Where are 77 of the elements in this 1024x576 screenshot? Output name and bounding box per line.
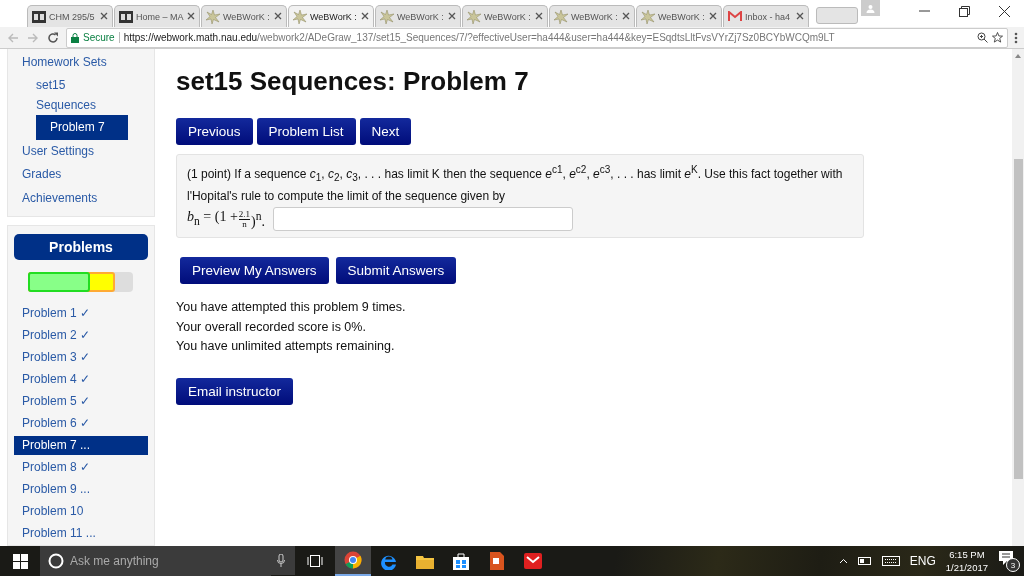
keyboard-icon[interactable]: [881, 556, 900, 566]
problem-link[interactable]: Problem 6 ✓: [14, 412, 148, 434]
browser-tab[interactable]: Home – MA: [114, 5, 200, 27]
problem-link[interactable]: Problem 10: [14, 500, 148, 523]
sidebar-link[interactable]: User Settings: [8, 139, 154, 163]
star-burst-icon: [467, 9, 481, 24]
star-burst-icon: [293, 9, 307, 24]
task-view-icon[interactable]: [307, 555, 323, 567]
close-tab-icon[interactable]: [448, 11, 456, 22]
problem-link[interactable]: Problem 9 ...: [14, 478, 148, 501]
answer-button[interactable]: Submit Answers: [335, 257, 457, 285]
problem-link[interactable]: Problem 3 ✓: [14, 346, 148, 368]
page-title: set15 Sequences: Problem 7: [176, 66, 529, 97]
nav-button[interactable]: Problem List: [256, 118, 356, 145]
problem-link[interactable]: Problem 8 ✓: [14, 456, 148, 479]
attempt-message: You have attempted this problem 9 times.: [176, 299, 406, 317]
problem-link[interactable]: Problem 4 ✓: [14, 368, 148, 390]
problems-header: Problems: [14, 234, 148, 260]
star-burst-icon: [380, 9, 394, 24]
url-text: https://webwork.math.nau.edu/webwork2/ADeGraw_137/set15_Sequences/7/?effectiveUser=ha444&user=ha444&key=ESqdtsLltFvsVYrZj7Sz0BCYbWCQm9LT: [123, 32, 836, 43]
microphone-icon[interactable]: [271, 546, 295, 575]
windows-logo-icon[interactable]: [12, 553, 28, 569]
browser-tab[interactable]: WeBWorK :: [636, 5, 722, 27]
star-icon[interactable]: [992, 32, 1003, 43]
browser-tab[interactable]: WeBWorK :: [288, 5, 374, 27]
close-tab-icon[interactable]: [796, 11, 804, 22]
language-indicator[interactable]: ENG: [909, 554, 936, 568]
address-field[interactable]: Secure https://webwork.math.nau.edu/webwork2/ADeGraw_137/set15_Sequences/7/?effectiveUser=ha444&user=ha444&key=ESqdtsLltFvsVYrZj7Sz0BCYbWCQm9LT: [66, 27, 1008, 48]
blackboard-icon: [119, 10, 133, 23]
scroll-up-arrow-icon[interactable]: [1014, 53, 1022, 59]
caret-up-icon[interactable]: [838, 558, 848, 564]
notification-count: 3: [1006, 558, 1020, 572]
attempt-message: You have unlimited attempts remaining.: [176, 337, 396, 355]
close-tab-icon[interactable]: [187, 11, 195, 22]
search-field[interactable]: Ask me anything: [68, 546, 271, 576]
close-tab-icon[interactable]: [274, 11, 282, 22]
close-tab-icon[interactable]: [622, 11, 630, 22]
clock[interactable]: 6:15 PM 1/21/2017: [945, 548, 988, 574]
sidebar-link[interactable]: Problem 7: [36, 114, 128, 140]
sidebar-link[interactable]: Achievements: [8, 186, 154, 210]
close-tab-icon[interactable]: [535, 11, 543, 22]
email-button[interactable]: Email instructor: [176, 378, 294, 405]
problem-link[interactable]: Problem 1 ✓: [14, 302, 148, 324]
attempt-message: Your overall recorded score is 0%.: [176, 318, 367, 336]
browser-tab[interactable]: WeBWorK :: [462, 5, 548, 27]
star-burst-icon: [554, 9, 568, 24]
close-tab-icon[interactable]: [100, 11, 108, 22]
star-burst-icon: [206, 9, 220, 24]
close-tab-icon[interactable]: [361, 11, 369, 22]
close-tab-icon[interactable]: [709, 11, 717, 22]
zoom-icon[interactable]: [977, 32, 988, 43]
problem-link[interactable]: Problem 2 ✓: [14, 324, 148, 346]
browser-tab[interactable]: CHM 295/5: [27, 5, 113, 27]
lock-icon: [71, 32, 79, 43]
reload-icon[interactable]: [46, 30, 60, 45]
browser-tab[interactable]: WeBWorK :: [201, 5, 287, 27]
sidebar-link[interactable]: Grades: [8, 163, 154, 187]
menu-icon[interactable]: [1014, 31, 1018, 44]
browser-tab[interactable]: WeBWorK :: [549, 5, 635, 27]
problem-link[interactable]: Problem 7 ...: [14, 435, 148, 455]
browser-tab[interactable]: Inbox - ha4: [723, 5, 809, 27]
problem-link[interactable]: Problem 5 ✓: [14, 390, 148, 412]
blackboard-icon: [32, 10, 46, 23]
star-burst-icon: [641, 9, 655, 24]
battery-icon[interactable]: [857, 557, 872, 565]
nav-button[interactable]: Previous: [176, 118, 253, 145]
secure-label: Secure: [83, 32, 115, 43]
chrome-icon[interactable]: [335, 546, 371, 576]
scrollbar[interactable]: [1012, 49, 1024, 546]
answer-field[interactable]: [273, 207, 574, 232]
nav-button[interactable]: Next: [359, 118, 412, 145]
sidebar-link[interactable]: Homework Sets: [8, 51, 154, 75]
answer-button[interactable]: Preview My Answers: [180, 257, 329, 285]
mail-m-icon: [728, 11, 742, 22]
browser-tab[interactable]: WeBWorK :: [375, 5, 461, 27]
sidebar-link[interactable]: set15 Sequences: [8, 74, 106, 115]
problem-link[interactable]: Problem 11 ...: [14, 522, 148, 545]
